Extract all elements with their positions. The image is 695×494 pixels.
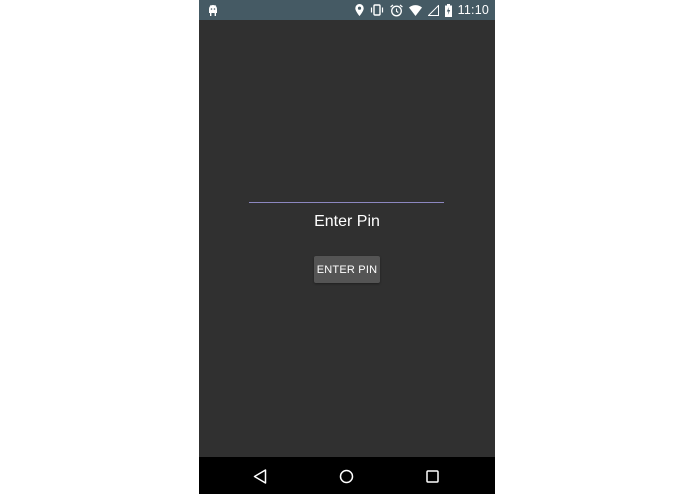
status-bar: 11:10 [199, 0, 495, 20]
pin-screen: Enter Pin ENTER PIN [199, 20, 495, 457]
home-icon[interactable] [337, 467, 355, 485]
status-clock: 11:10 [457, 3, 489, 17]
status-icons: 11:10 [354, 0, 489, 20]
alarm-icon [389, 4, 403, 17]
battery-charging-icon [444, 3, 452, 17]
back-icon[interactable] [251, 467, 269, 485]
wifi-icon [408, 4, 422, 16]
pin-input[interactable] [249, 190, 444, 203]
vibrate-icon [370, 4, 384, 16]
android-debug-icon [208, 3, 218, 17]
phone-screen: 11:10 Enter Pin ENTER PIN [199, 0, 495, 494]
recents-icon[interactable] [423, 467, 441, 485]
location-icon [354, 4, 364, 16]
pin-label: Enter Pin [314, 213, 380, 230]
signal-icon [427, 4, 439, 16]
navigation-bar [199, 457, 495, 494]
enter-pin-button[interactable]: ENTER PIN [314, 256, 380, 283]
